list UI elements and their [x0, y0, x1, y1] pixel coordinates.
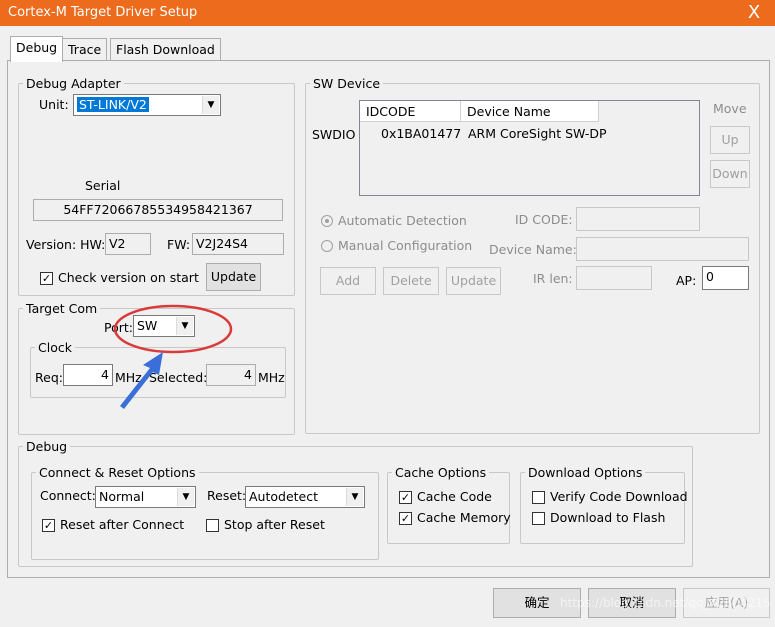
- check-version-checkbox[interactable]: ✓: [40, 272, 53, 285]
- window-title: Cortex-M Target Driver Setup: [8, 5, 198, 20]
- reset-label: Reset:: [207, 488, 247, 503]
- ir-len-field[interactable]: [576, 266, 652, 290]
- row-idcode: 0x1BA01477: [381, 126, 462, 141]
- unit-select[interactable]: ST-LINK/V2 ▼: [73, 94, 221, 116]
- connect-select[interactable]: Normal ▼: [95, 486, 196, 508]
- debug-adapter-legend: Debug Adapter: [26, 76, 121, 91]
- automatic-detection-label: Automatic Detection: [338, 213, 467, 228]
- reset-after-connect-label: Reset after Connect: [60, 517, 185, 532]
- selected-unit: MHz: [258, 370, 285, 385]
- target-com-legend: Target Com: [26, 301, 98, 316]
- reset-after-connect-checkbox[interactable]: ✓: [42, 519, 55, 532]
- port-value: SW: [137, 318, 158, 333]
- add-button[interactable]: Add: [320, 267, 376, 295]
- title-bar: Cortex-M Target Driver Setup X: [0, 0, 775, 26]
- column-header-device-name[interactable]: Device Name: [461, 101, 599, 122]
- sw-device-table[interactable]: IDCODE Device Name 0x1BA01477 ARM CoreSi…: [359, 100, 700, 196]
- reset-select[interactable]: Autodetect ▼: [245, 486, 365, 508]
- download-options-legend: Download Options: [528, 465, 643, 480]
- connect-reset-legend: Connect & Reset Options: [39, 465, 196, 480]
- chevron-down-icon[interactable]: ▼: [176, 317, 193, 335]
- id-code-field[interactable]: [576, 207, 700, 231]
- req-label: Req:: [35, 370, 63, 385]
- automatic-detection-radio[interactable]: [321, 215, 333, 227]
- debug-options-legend: Debug: [26, 439, 68, 454]
- cache-code-label: Cache Code: [417, 489, 492, 504]
- swdio-label: SWDIO: [312, 127, 356, 142]
- chevron-down-icon[interactable]: ▼: [346, 488, 363, 506]
- watermark-text: https://blog.csdn.net/qq_42604215: [560, 596, 771, 610]
- cache-options-group: Cache Options: [387, 465, 510, 544]
- move-up-button[interactable]: Up: [710, 126, 750, 154]
- download-to-flash-label: Download to Flash: [550, 510, 666, 525]
- req-field[interactable]: 4: [63, 364, 113, 386]
- connect-reset-group: Connect & Reset Options: [31, 465, 379, 560]
- cache-memory-label: Cache Memory: [417, 510, 511, 525]
- fw-version-field: V2J24S4: [192, 233, 284, 255]
- stop-after-reset-label: Stop after Reset: [224, 517, 325, 532]
- stop-after-reset-checkbox[interactable]: [206, 519, 219, 532]
- device-name-label: Device Name:: [489, 242, 577, 257]
- row-device-name: ARM CoreSight SW-DP: [468, 126, 607, 141]
- cache-options-legend: Cache Options: [395, 465, 487, 480]
- clock-legend: Clock: [38, 340, 72, 355]
- table-row[interactable]: 0x1BA01477 ARM CoreSight SW-DP: [360, 122, 699, 144]
- cache-memory-checkbox[interactable]: ✓: [399, 512, 412, 525]
- ap-label: AP:: [676, 273, 697, 288]
- update-device-button[interactable]: Update: [446, 267, 501, 295]
- check-version-label: Check version on start: [58, 270, 199, 285]
- tab-trace[interactable]: Trace: [62, 38, 108, 62]
- column-header-idcode[interactable]: IDCODE: [360, 101, 461, 122]
- move-down-button[interactable]: Down: [710, 160, 750, 188]
- reset-value: Autodetect: [249, 489, 319, 504]
- manual-configuration-label: Manual Configuration: [338, 238, 473, 253]
- download-options-group: Download Options: [520, 465, 685, 544]
- update-adapter-button[interactable]: Update: [206, 263, 261, 291]
- unit-value: ST-LINK/V2: [77, 97, 149, 112]
- serial-field: 54FF72066785534958421367: [33, 199, 283, 221]
- verify-code-download-label: Verify Code Download: [550, 489, 688, 504]
- serial-label: Serial: [85, 178, 121, 193]
- fw-label: FW:: [167, 237, 191, 252]
- chevron-down-icon[interactable]: ▼: [202, 96, 219, 114]
- connect-value: Normal: [99, 489, 145, 504]
- port-select[interactable]: SW ▼: [133, 315, 195, 337]
- port-label: Port:: [104, 320, 133, 335]
- chevron-down-icon[interactable]: ▼: [177, 488, 194, 506]
- cache-code-checkbox[interactable]: ✓: [399, 491, 412, 504]
- delete-button[interactable]: Delete: [383, 267, 439, 295]
- selected-field: 4: [206, 364, 256, 386]
- ap-field[interactable]: 0: [702, 266, 749, 290]
- move-label: Move: [713, 101, 747, 116]
- hw-version-field: V2: [105, 233, 151, 255]
- tab-flash-download[interactable]: Flash Download: [110, 38, 221, 62]
- manual-configuration-radio[interactable]: [321, 240, 333, 252]
- req-unit: MHz: [115, 370, 142, 385]
- verify-code-download-checkbox[interactable]: [532, 491, 545, 504]
- ir-len-label: IR len:: [533, 271, 573, 286]
- sw-device-legend: SW Device: [313, 76, 381, 91]
- tab-debug[interactable]: Debug: [10, 36, 64, 62]
- id-code-label: ID CODE:: [515, 212, 573, 227]
- selected-label: Selected:: [149, 370, 208, 385]
- version-hw-label: Version: HW:: [26, 237, 106, 252]
- close-icon[interactable]: X: [741, 2, 767, 24]
- download-to-flash-checkbox[interactable]: [532, 512, 545, 525]
- connect-label: Connect:: [40, 488, 96, 503]
- device-name-field[interactable]: [576, 237, 749, 261]
- unit-label: Unit:: [39, 97, 69, 112]
